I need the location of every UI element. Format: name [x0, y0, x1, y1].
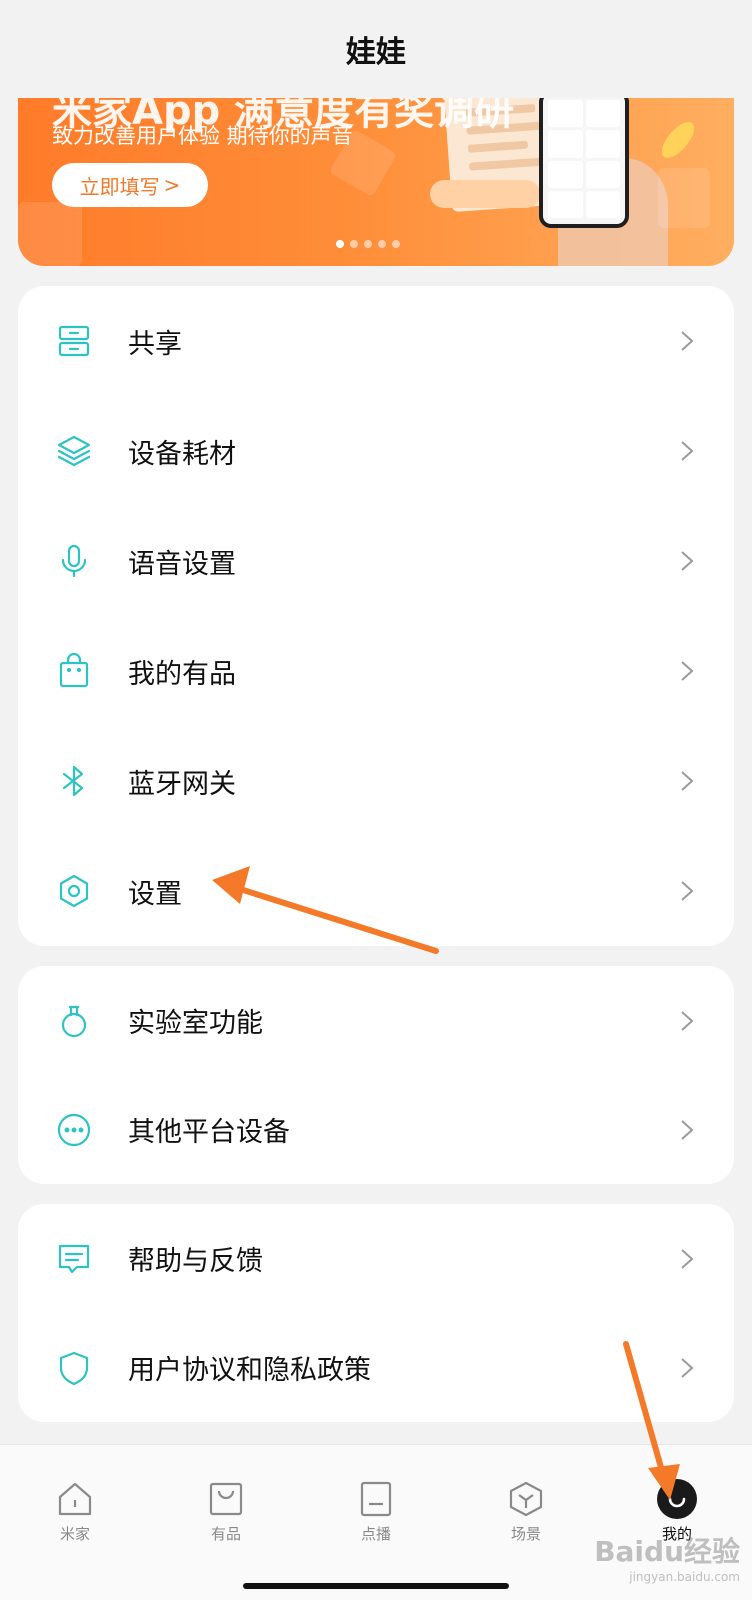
bag-icon [206, 1479, 246, 1519]
tab-label: 米家 [59, 1525, 90, 1543]
tab-label: 场景 [510, 1525, 541, 1543]
chevron-right-icon [680, 1357, 694, 1379]
banner-phone-illustration [539, 98, 629, 228]
banner-feather-illustration [656, 116, 700, 164]
chevron-right-icon [680, 440, 694, 462]
chevron-right-icon [680, 1010, 694, 1032]
menu-item-label: 用户协议和隐私政策 [128, 1355, 371, 1386]
chevron-right-icon: > [163, 173, 181, 197]
more-dots-icon [54, 1110, 94, 1150]
chevron-right-icon [680, 330, 694, 352]
page-dot [350, 240, 358, 248]
banner-decoration [658, 168, 710, 228]
hexagon-gear-icon [54, 871, 94, 911]
page-dot [378, 240, 386, 248]
watermark-text: Baidu经验 [594, 1535, 740, 1568]
scene-cube-icon [506, 1479, 546, 1519]
feedback-icon [54, 1239, 94, 1279]
page-title: 娃娃 [346, 35, 406, 70]
menu-item-share[interactable]: 共享 [18, 286, 734, 396]
tab-label: 有品 [210, 1525, 241, 1543]
menu-item-label: 我的有品 [128, 658, 236, 690]
tab-youpin[interactable]: 有品 [186, 1479, 266, 1544]
menu-card-main: 共享 设备耗材 语音设置 我的有品 蓝牙网关 设置 [18, 286, 734, 946]
watermark-sub: jingyan.baidu.com [629, 1570, 740, 1584]
menu-item-voice-settings[interactable]: 语音设置 [18, 506, 734, 616]
page-dot [392, 240, 400, 248]
banner-paper-roll [430, 180, 540, 208]
home-icon [55, 1479, 95, 1519]
menu-item-help-feedback[interactable]: 帮助与反馈 [18, 1204, 734, 1313]
menu-item-user-agreement-privacy[interactable]: 用户协议和隐私政策 [18, 1313, 734, 1422]
chevron-right-icon [680, 1119, 694, 1141]
tab-scene[interactable]: 场景 [486, 1479, 566, 1544]
watermark: Baidu经验 jingyan.baidu.com [594, 1530, 740, 1584]
banner-subtitle: 致力改善用户体验 期待你的声音 [52, 124, 353, 148]
chevron-right-icon [680, 550, 694, 572]
home-indicator [243, 1583, 509, 1589]
banner-page-indicator [336, 240, 400, 248]
profile-smile-icon [657, 1479, 697, 1519]
menu-item-label: 实验室功能 [128, 1008, 263, 1039]
menu-item-lab-features[interactable]: 实验室功能 [18, 966, 734, 1075]
menu-item-label: 蓝牙网关 [128, 768, 236, 800]
microphone-icon [54, 541, 94, 581]
menu-card-lab: 实验室功能 其他平台设备 [18, 966, 734, 1184]
chevron-right-icon [680, 1248, 694, 1270]
menu-item-my-youpin[interactable]: 我的有品 [18, 616, 734, 726]
bluetooth-icon [54, 761, 94, 801]
fill-survey-button-label: 立即填写 [79, 174, 160, 199]
page-dot [364, 240, 372, 248]
share-drawer-icon [54, 321, 94, 361]
menu-item-label: 共享 [128, 328, 182, 360]
menu-item-label: 其他平台设备 [128, 1117, 290, 1148]
menu-item-other-platform-devices[interactable]: 其他平台设备 [18, 1075, 734, 1184]
menu-item-bluetooth-gateway[interactable]: 蓝牙网关 [18, 726, 734, 836]
tab-label: 点播 [360, 1525, 391, 1543]
chevron-right-icon [680, 660, 694, 682]
menu-card-help: 帮助与反馈 用户协议和隐私政策 [18, 1204, 734, 1422]
fill-survey-button[interactable]: 立即填写 > [52, 163, 208, 207]
page-dot [336, 240, 344, 248]
survey-banner[interactable]: 米家App 满意度有奖调研 致力改善用户体验 期待你的声音 立即填写 > [18, 98, 734, 266]
tv-icon [356, 1479, 396, 1519]
shield-icon [54, 1348, 94, 1388]
layers-icon [54, 431, 94, 471]
tab-dianbo[interactable]: 点播 [336, 1479, 416, 1544]
menu-item-settings[interactable]: 设置 [18, 836, 734, 946]
banner-decoration [18, 202, 82, 266]
menu-item-label: 帮助与反馈 [128, 1246, 263, 1277]
chevron-right-icon [680, 770, 694, 792]
menu-item-label: 设备耗材 [128, 438, 236, 470]
menu-item-label: 语音设置 [128, 548, 236, 580]
tab-mijia[interactable]: 米家 [35, 1479, 115, 1544]
menu-item-label: 设置 [128, 878, 182, 910]
menu-item-device-consumables[interactable]: 设备耗材 [18, 396, 734, 506]
flask-icon [54, 1001, 94, 1041]
chevron-right-icon [680, 880, 694, 902]
shopping-bag-icon [54, 651, 94, 691]
